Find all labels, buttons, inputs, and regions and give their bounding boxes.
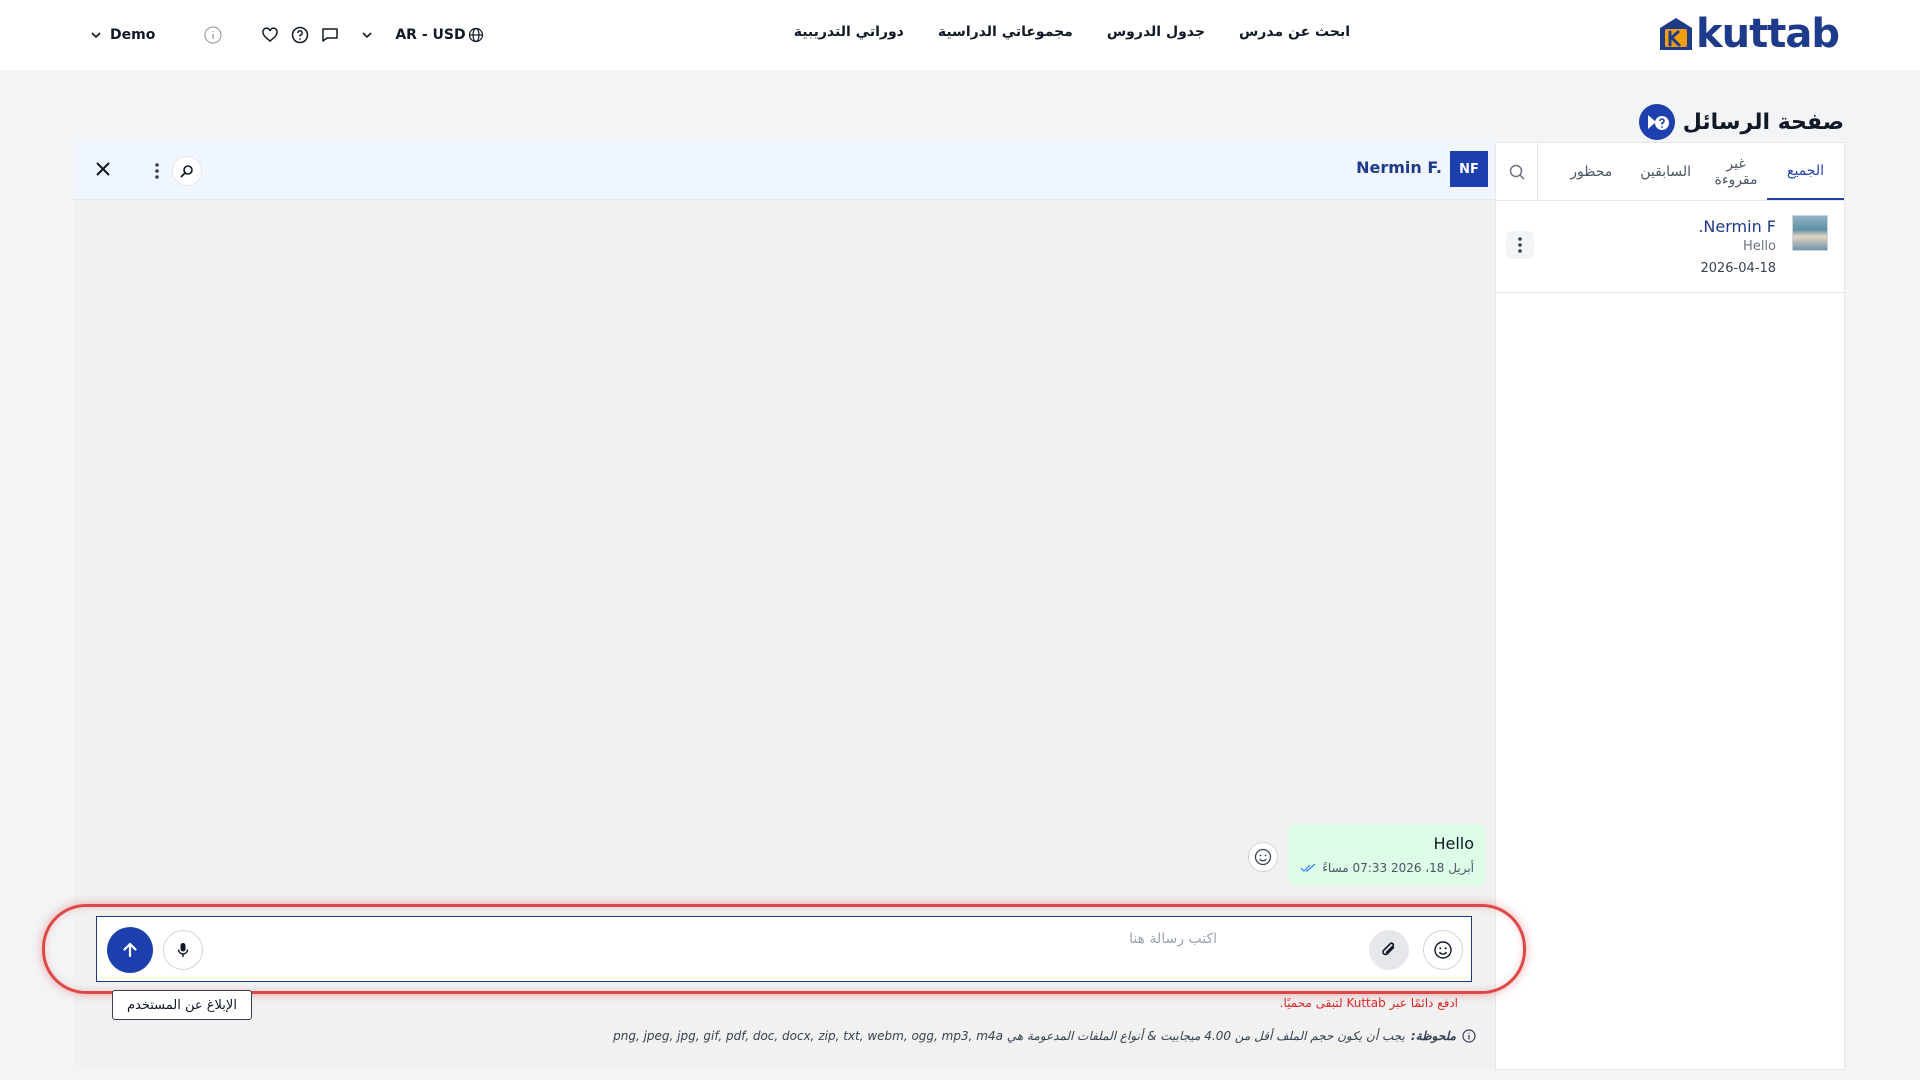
conversation-list-panel: الجميع غير مقروءة السابقين محظور Nermin … (1495, 142, 1845, 1070)
smiley-icon (1434, 941, 1452, 959)
tab-blocked[interactable]: محظور (1556, 143, 1626, 200)
nav-courses[interactable]: دوراتي التدريبية (794, 24, 904, 40)
payment-safety-note: ادفع دائمًا عبر Kuttab لتبقى محميًا. (1279, 996, 1458, 1010)
nav-find-tutor[interactable]: ابحث عن مدرس (1239, 24, 1350, 40)
paperclip-icon (1382, 942, 1395, 956)
avatar (1792, 215, 1828, 251)
file-upload-note: ملحوظة: يجب أن يكون حجم الملف أقل من 4.0… (613, 1029, 1476, 1043)
nav-study-groups[interactable]: مجموعاتي الدراسية (938, 24, 1073, 40)
chat-header-actions (146, 156, 202, 186)
report-user-button[interactable]: الإبلاغ عن المستخدم (112, 990, 252, 1020)
contact-name[interactable]: Nermin F. (1356, 158, 1442, 177)
conversation-tabs: الجميع غير مقروءة السابقين محظور (1496, 143, 1844, 201)
send-button[interactable] (107, 927, 153, 973)
heart-icon[interactable] (261, 26, 279, 44)
file-note-text: يجب أن يكون حجم الملف أقل من 4.00 ميجابي… (613, 1029, 1405, 1043)
logo-mark-icon (1656, 14, 1696, 54)
message-timestamp: أبريل 18، 2026 07:33 مساءً (1322, 861, 1474, 875)
info-icon (1462, 1029, 1476, 1043)
attach-file-button[interactable] (1369, 930, 1409, 970)
nav-utilities: Demo AR - USD (90, 20, 484, 50)
emoji-reaction-icon[interactable] (1248, 842, 1278, 872)
top-navbar: kuttab ابحث عن مدرس جدول الدروس مجموعاتي… (0, 0, 1920, 70)
sent-message-bubble: Hello أبريل 18، 2026 07:33 مساءً (1288, 824, 1486, 886)
tab-all[interactable]: الجميع (1767, 143, 1844, 200)
emoji-picker-button[interactable] (1423, 930, 1463, 970)
globe-icon (468, 27, 483, 43)
help-video-icon[interactable] (1638, 104, 1675, 140)
chat-header: NF Nermin F. (74, 142, 1494, 200)
currency-menu[interactable]: AR - USD (361, 27, 483, 43)
chat-panel: NF Nermin F. Hello أبريل 18، 2026 07:33 … (42, 142, 1526, 1070)
nav-schedule[interactable]: جدول الدروس (1107, 24, 1205, 40)
close-icon[interactable] (92, 158, 114, 184)
message-text: Hello (1433, 834, 1474, 853)
conversation-date: 2026-04-18 (1700, 261, 1776, 276)
page-title: صفحة الرسائل (1682, 109, 1844, 135)
voice-record-button[interactable] (163, 930, 203, 970)
more-vertical-icon[interactable] (1506, 231, 1534, 259)
message-meta: أبريل 18، 2026 07:33 مساءً (1300, 861, 1474, 875)
chevron-down-icon (91, 32, 101, 39)
chevron-down-icon (362, 32, 372, 39)
message-composer (96, 916, 1472, 982)
logo-text: kuttab (1696, 11, 1840, 57)
arrow-up-icon (123, 942, 137, 958)
page-title-row: صفحة الرسائل (1638, 104, 1844, 140)
tab-unread[interactable]: غير مقروءة (1705, 143, 1767, 200)
more-vertical-icon[interactable] (146, 156, 168, 186)
kuttab-logo[interactable]: kuttab (1656, 11, 1840, 57)
search-icon[interactable] (1496, 143, 1538, 200)
search-messages-icon[interactable] (172, 156, 202, 186)
file-note-label: ملحوظة: (1410, 1029, 1456, 1043)
user-menu[interactable]: Demo (90, 27, 155, 43)
conversation-preview: Hello (1743, 239, 1776, 254)
contact-initials-avatar: NF (1450, 151, 1488, 187)
conversation-item[interactable]: Nermin F. Hello 2026-04-18 (1496, 201, 1844, 293)
main-nav: ابحث عن مدرس جدول الدروس مجموعاتي الدراس… (770, 24, 1350, 40)
messages-icon[interactable] (321, 26, 339, 44)
tab-previous[interactable]: السابقين (1626, 143, 1705, 200)
message-input[interactable] (217, 927, 1217, 951)
info-icon[interactable] (203, 25, 223, 45)
help-icon[interactable] (291, 26, 309, 44)
user-name: Demo (110, 27, 156, 43)
conversation-name: Nermin F. (1698, 217, 1776, 236)
currency-label: AR - USD (395, 27, 466, 43)
microphone-icon (177, 943, 189, 957)
double-check-icon (1300, 863, 1316, 872)
